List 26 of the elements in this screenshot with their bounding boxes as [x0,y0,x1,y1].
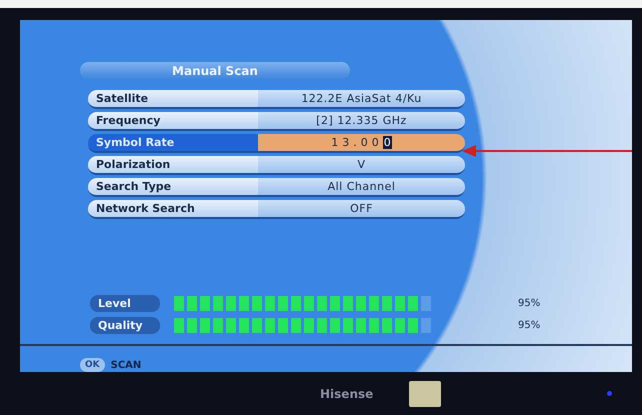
menu-row[interactable]: Polarization V [88,156,465,176]
meter-label: Quality [90,317,160,334]
ok-key: OK [80,358,105,372]
meter-reading: 95% [518,320,540,332]
meter-label: Level [90,295,160,312]
setting-value: [2] 12.335 GHz [258,112,465,130]
setting-value: V [258,156,465,174]
menu-row[interactable]: Frequency [2] 12.335 GHz [88,112,465,132]
setting-label: Search Type [88,178,258,196]
setting-label: Polarization [88,156,258,174]
sticker-label [409,380,442,406]
setting-label: Frequency [88,112,258,130]
power-led [607,391,612,396]
menu-row[interactable]: Satellite 122.2E AsiaSat 4/Ku [88,90,465,110]
setting-value: OFF [258,200,465,218]
setting-label: Symbol Rate [88,134,258,152]
setting-value: All Channel [258,178,465,196]
setting-label: Network Search [88,200,258,218]
menu-title: Manual Scan [80,62,350,80]
menu-row[interactable]: Search Type All Channel [88,178,465,198]
meter-reading: 95% [518,298,540,310]
brand-logo: Hisense [320,386,374,400]
scan-hint: SCAN [110,360,142,370]
setting-label: Satellite [88,90,258,108]
setting-value: 122.2E AsiaSat 4/Ku [258,90,465,108]
menu-row[interactable]: Network Search OFF [88,200,465,220]
